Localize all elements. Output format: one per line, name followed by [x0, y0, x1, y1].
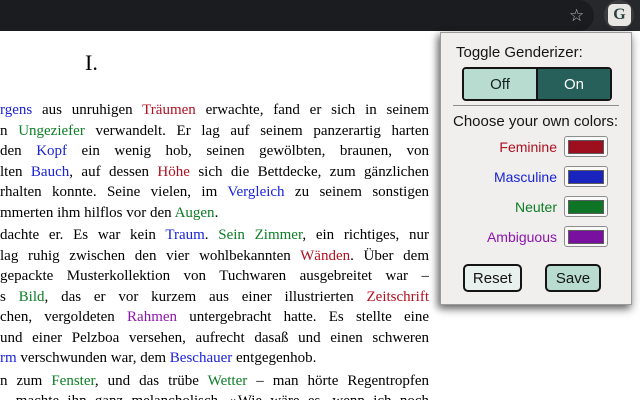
ambiguous-label: Ambiguous [441, 229, 557, 245]
text-segment: , ein richtiges, nur [302, 227, 429, 243]
masculine-color-chip [568, 170, 604, 184]
color-row-feminine: Feminine [441, 132, 633, 162]
text-segment: Höhe [157, 164, 190, 180]
text-segment: lag ruhig zwischen den vier wohlbekannte… [0, 248, 300, 264]
text-segment: Beschauer [170, 350, 232, 366]
ambiguous-color-chip [568, 230, 604, 244]
text-segment: . Über dem [350, 248, 429, 264]
extension-button[interactable]: G [604, 0, 634, 30]
on-button[interactable]: On [536, 69, 610, 99]
text-segment: lten [0, 164, 31, 180]
neuter-label: Neuter [441, 199, 557, 215]
text-line: n Ungeziefer verwandelt. Er lag auf sein… [0, 121, 429, 142]
colors-label: Choose your own colors: [453, 113, 618, 130]
text-segment: Wetter [208, 373, 248, 389]
masculine-label: Masculine [441, 169, 557, 185]
text-line: mmerten ihm hilflos vor den Augen. [0, 203, 429, 224]
address-bar[interactable]: ☆ [0, 0, 594, 31]
text-segment: Augen [175, 205, 215, 221]
text-line: gepackte Musterkollektion von Tuchwaren … [0, 266, 429, 287]
text-segment: dachte er. Es war kein [0, 227, 165, 243]
text-line: – machte ihn ganz melancholisch. »Wie wä… [0, 391, 429, 400]
text-line: rhalten konnte. Seine vielen, im Verglei… [0, 182, 429, 203]
text-line: n zum Fenster, und das trübe Wetter – ma… [0, 371, 429, 392]
toggle-label: Toggle Genderizer: [456, 44, 583, 61]
text-line: lag ruhig zwischen den vier wohlbekannte… [0, 246, 429, 267]
text-segment: Bild [19, 289, 45, 305]
text-segment: , auf dessen [69, 164, 157, 180]
text-segment: Sein Zimmer [218, 227, 302, 243]
text-segment: , und das trübe [95, 373, 208, 389]
text-segment: mmerten ihm hilflos vor den [0, 205, 175, 221]
text-segment: n [0, 123, 18, 139]
reset-button[interactable]: Reset [463, 264, 522, 292]
text-segment: – man hörte Regentropfen [247, 373, 429, 389]
text-segment: den [0, 143, 36, 159]
genderizer-popup: Toggle Genderizer: Off On Choose your ow… [440, 32, 632, 305]
text-line: chen, vergoldeten Rahmen untergebracht h… [0, 307, 429, 328]
ambiguous-color-picker[interactable] [564, 226, 608, 247]
text-segment: sich die Bettdecke, zum gänzlichen [190, 164, 429, 180]
feminine-color-chip [568, 140, 604, 154]
text-segment: Rahmen [127, 309, 177, 325]
text-line: rm verschwunden war, dem Beschauer entge… [0, 348, 429, 369]
text-segment: s [0, 289, 19, 305]
text-segment: untergebracht hatte. Es stellte eine [177, 309, 429, 325]
text-segment: verwandelt. Er lag auf seinem panzerarti… [85, 123, 429, 139]
text-segment: Kopf [36, 143, 67, 159]
paragraph: n zum Fenster, und das trübe Wetter – ma… [0, 371, 429, 400]
paragraph: rgens aus unruhigen Träumen erwachte, fa… [0, 100, 429, 223]
color-row-masculine: Masculine [441, 162, 633, 192]
text-segment: chen, vergoldeten [0, 309, 127, 325]
paragraph: dachte er. Es war kein Traum. Sein Zimme… [0, 225, 429, 369]
text-segment: , das er vor kurzem aus einer illustrier… [45, 289, 367, 305]
browser-window: ☆ G I. rgens aus unruhigen Träumen erwac… [0, 0, 640, 400]
browser-toolbar: ☆ G [0, 0, 640, 31]
text-segment: . [205, 227, 218, 243]
text-segment: Träumen [142, 102, 196, 118]
text-line: den Kopf ein wenig hob, seinen gewölbten… [0, 141, 429, 162]
text-line: lten Bauch, auf dessen Höhe sich die Bet… [0, 162, 429, 183]
text-segment: verschwunden war, dem [17, 350, 170, 366]
bookmark-star-icon[interactable]: ☆ [569, 3, 584, 28]
chapter-heading: I. [85, 50, 98, 76]
text-segment: Zeitschrift [367, 289, 429, 305]
text-segment: – machte ihn ganz melancholisch. »Wie wä… [0, 393, 429, 400]
color-row-neuter: Neuter [441, 192, 633, 222]
text-segment: aus unruhigen [32, 102, 142, 118]
off-button[interactable]: Off [464, 69, 536, 99]
text-segment: n zum [0, 373, 51, 389]
text-segment: Fenster [51, 373, 95, 389]
save-button[interactable]: Save [545, 264, 601, 292]
toggle-group: Off On [462, 67, 612, 101]
masculine-color-picker[interactable] [564, 166, 608, 187]
text-segment: ein wenig hob, seinen gewölbten, braunen… [67, 143, 429, 159]
neuter-color-picker[interactable] [564, 196, 608, 217]
text-segment: entgegenhob. [232, 350, 316, 366]
divider [453, 105, 619, 106]
text-line: rgens aus unruhigen Träumen erwachte, fa… [0, 100, 429, 121]
text-segment: rm [0, 350, 17, 366]
text-segment: . [215, 205, 219, 221]
text-segment: Vergleich [227, 184, 284, 200]
text-segment: rhalten konnte. Seine vielen, im [0, 184, 227, 200]
neuter-color-chip [568, 200, 604, 214]
feminine-label: Feminine [441, 139, 557, 155]
text-line: und einer Pelzboa versehen, aufrecht das… [0, 328, 429, 349]
text-segment: rgens [0, 102, 32, 118]
text-line: s Bild, das er vor kurzem aus einer illu… [0, 287, 429, 308]
color-row-ambiguous: Ambiguous [441, 222, 633, 252]
text-segment: Wänden [300, 248, 350, 264]
body-text: rgens aus unruhigen Träumen erwachte, fa… [0, 100, 429, 400]
feminine-color-picker[interactable] [564, 136, 608, 157]
text-line: dachte er. Es war kein Traum. Sein Zimme… [0, 225, 429, 246]
text-segment: Bauch [31, 164, 69, 180]
text-segment: Traum [165, 227, 204, 243]
genderizer-extension-icon: G [608, 4, 631, 26]
text-segment: und einer Pelzboa versehen, aufrecht das… [0, 330, 429, 346]
text-segment: gepackte Musterkollektion von Tuchwaren … [0, 268, 429, 284]
text-segment: erwachte, fand er sich in seinem [196, 102, 429, 118]
text-segment: zu seinem sonstigen [285, 184, 429, 200]
text-segment: Ungeziefer [18, 123, 85, 139]
